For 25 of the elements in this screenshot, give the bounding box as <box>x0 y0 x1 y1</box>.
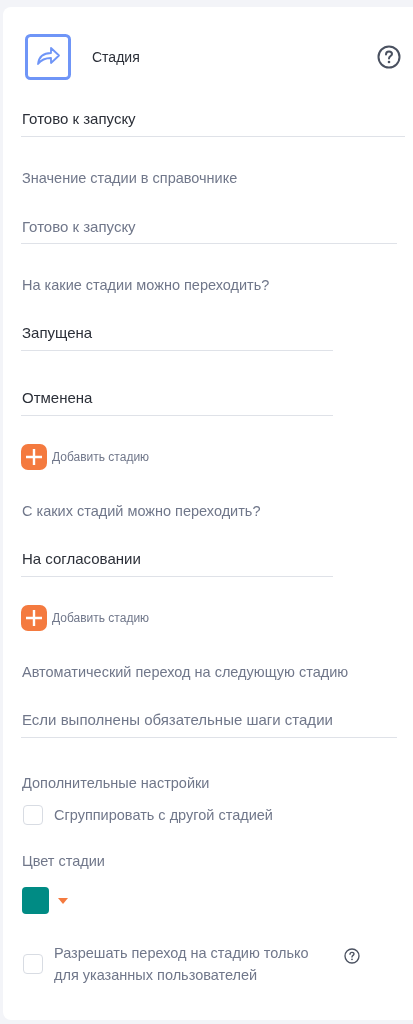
stage-name-field[interactable]: Готово к запуску <box>21 110 405 137</box>
checkbox[interactable] <box>23 954 43 974</box>
help-icon[interactable] <box>377 45 401 69</box>
panel-title: Стадия <box>92 49 140 65</box>
section-label: С каких стадий можно переходить? <box>22 502 262 520</box>
checkbox-label: Разрешать переход на стадию только для указанных пользователей <box>54 944 310 985</box>
plus-icon <box>21 605 47 631</box>
auto-transition-select[interactable]: Если выполнены обязательные шаги стадии <box>21 711 397 738</box>
color-swatch[interactable] <box>22 887 49 914</box>
section-label: Значение стадии в справочнике <box>22 169 239 187</box>
section-label: На какие стадии можно переходить? <box>22 276 271 294</box>
stage-field[interactable]: Запущена <box>21 324 333 351</box>
directory-value-field[interactable]: Готово к запуску <box>21 217 397 244</box>
stage-field[interactable]: На согласовании <box>21 550 333 577</box>
checkbox-label: Сгруппировать с другой стадией <box>54 806 273 825</box>
caret-icon[interactable] <box>58 897 68 904</box>
section-label: Цвет стадии <box>22 852 106 870</box>
help-icon[interactable] <box>344 948 360 964</box>
stage-field[interactable]: Отменена <box>21 389 333 416</box>
checkbox[interactable] <box>23 805 43 825</box>
add-stage-button[interactable]: Добавить стадию <box>21 605 150 631</box>
section-label: Автоматический переход на следующую стадию <box>22 663 350 681</box>
add-stage-button[interactable]: Добавить стадию <box>21 444 150 470</box>
plus-icon <box>21 444 47 470</box>
section-label: Дополнительные настройки <box>22 774 211 792</box>
